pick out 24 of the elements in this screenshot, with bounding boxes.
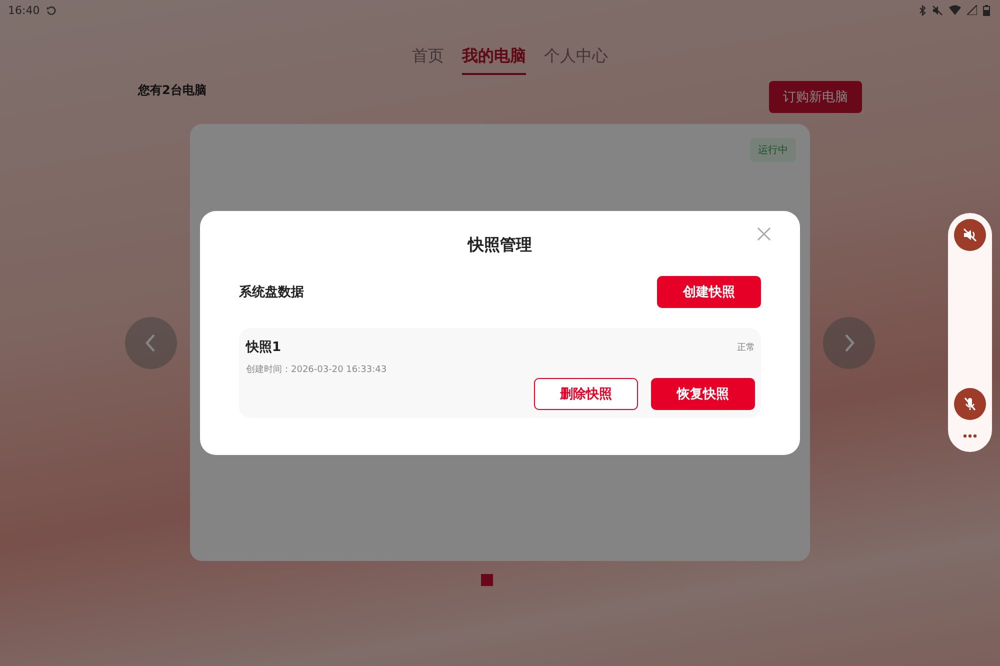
bluetooth-icon xyxy=(919,4,926,16)
speaker-muted-icon[interactable] xyxy=(954,219,986,251)
snapshot-action-button[interactable]: 恢复快照 xyxy=(651,378,755,410)
battery-icon xyxy=(983,4,990,16)
creation-time: 创建时间：2026-03-20 16:33:43 xyxy=(246,364,388,376)
section-label: 系统盘数据 xyxy=(239,284,304,301)
mute-icon xyxy=(932,4,943,16)
status-time: 16:40 xyxy=(8,4,40,16)
computer-count: 您有2台电脑 xyxy=(138,82,206,98)
nav-tab[interactable]: 我的电脑 xyxy=(462,46,526,75)
dialog-title: 快照管理 xyxy=(466,235,533,256)
snapshot-action-button[interactable]: 删除快照 xyxy=(534,378,638,410)
nav-tab[interactable]: 个人中心 xyxy=(544,46,608,75)
more-icon[interactable] xyxy=(963,434,977,438)
wifi-icon xyxy=(949,5,961,15)
snapshot-name: 快照1 xyxy=(246,339,282,356)
snapshot-status: 正常 xyxy=(737,342,755,354)
microphone-muted-icon[interactable] xyxy=(954,388,986,420)
rotate-icon xyxy=(46,4,57,16)
nav-tab[interactable]: 首页 xyxy=(412,46,444,75)
signal-icon xyxy=(967,5,977,15)
status-badge: 运行中 xyxy=(750,138,796,162)
create-snapshot-button[interactable]: 创建快照 xyxy=(657,276,761,308)
order-button[interactable]: 订购新电脑 xyxy=(769,81,862,113)
